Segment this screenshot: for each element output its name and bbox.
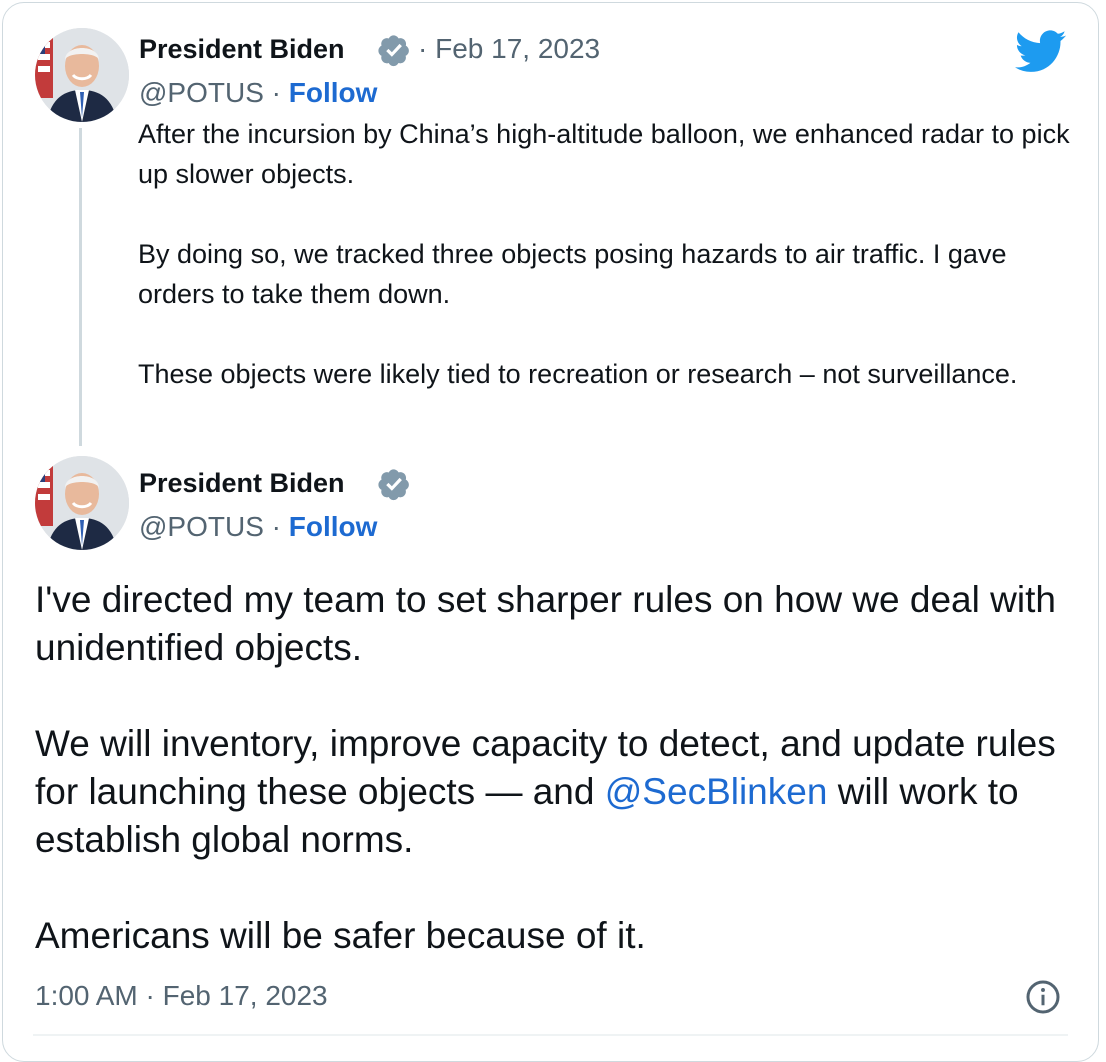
follow-button[interactable]: Follow: [289, 511, 378, 542]
author-handle[interactable]: @POTUS: [139, 77, 264, 108]
quoted-paragraph: These objects were likely tied to recrea…: [138, 359, 1018, 389]
quoted-author-handle-row: @POTUS · Follow: [139, 77, 377, 109]
date-text[interactable]: Feb 17, 2023: [435, 33, 600, 64]
info-icon[interactable]: [1025, 979, 1061, 1015]
quoted-tweet-text: After the incursion by China’s high-alti…: [138, 114, 1078, 434]
verified-badge-icon: [378, 469, 409, 501]
twitter-bird-icon[interactable]: [1015, 30, 1067, 74]
quoted-paragraph: After the incursion by China’s high-alti…: [138, 119, 1070, 189]
follow-button[interactable]: Follow: [289, 77, 378, 108]
main-paragraph: Americans will be safer because of it.: [35, 915, 646, 956]
main-paragraph: I've directed my team to set sharper rul…: [35, 579, 1056, 668]
author-handle[interactable]: @POTUS: [139, 511, 264, 542]
tweet-timestamp[interactable]: 1:00 AM · Feb 17, 2023: [35, 978, 328, 1014]
main-tweet-text: I've directed my team to set sharper rul…: [35, 576, 1075, 1008]
main-author-handle-row: @POTUS · Follow: [139, 511, 377, 543]
main-author-name[interactable]: President Biden: [139, 467, 345, 499]
handle-separator: ·: [271, 511, 281, 542]
main-paragraph: We will inventory, improve capacity to d…: [35, 720, 1075, 864]
divider: [33, 1034, 1068, 1036]
quoted-author-name[interactable]: President Biden: [139, 33, 345, 65]
date-separator: ·: [418, 33, 428, 64]
quoted-tweet-date[interactable]: · Feb 17, 2023: [418, 33, 600, 65]
verified-badge-icon: [378, 35, 409, 67]
handle-separator: ·: [271, 77, 281, 108]
mention-link[interactable]: @SecBlinken: [605, 771, 828, 812]
quoted-author-avatar[interactable]: [35, 28, 129, 122]
thread-connector-line: [79, 128, 82, 446]
main-author-avatar[interactable]: [35, 456, 129, 550]
quoted-paragraph: By doing so, we tracked three objects po…: [138, 239, 1007, 309]
